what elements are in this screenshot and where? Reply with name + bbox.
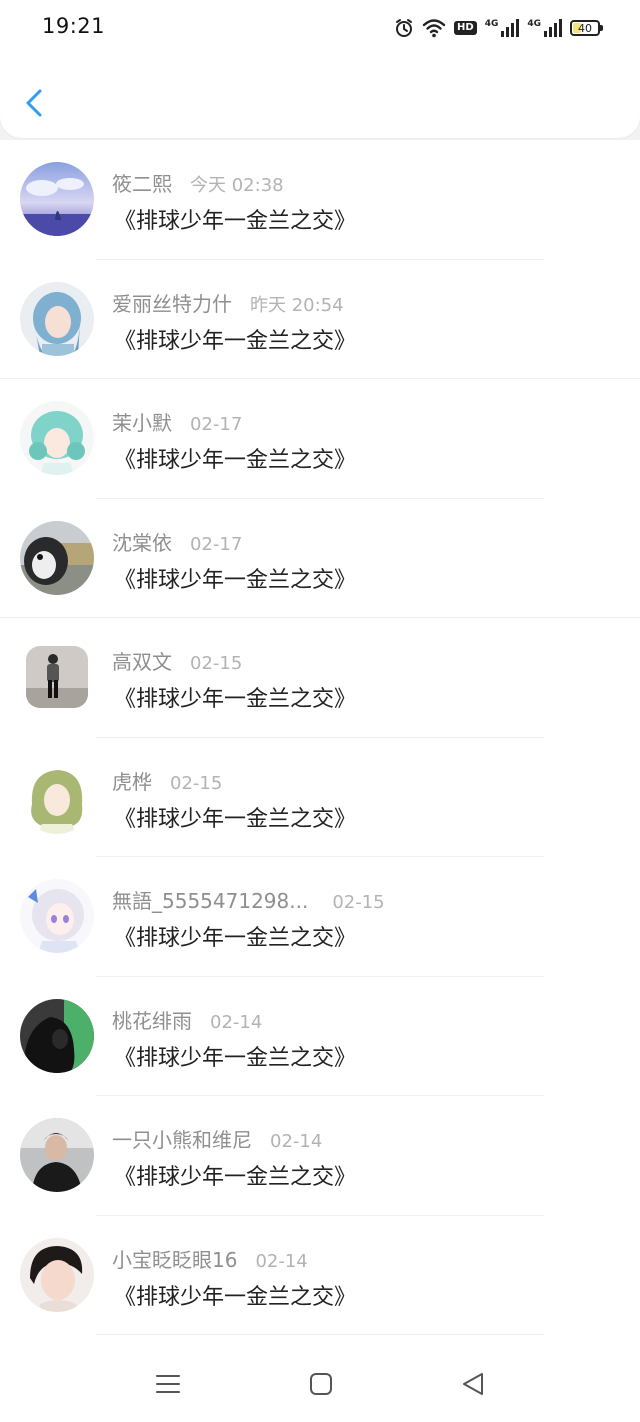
conversation-row[interactable]: 虎桦 02-15 《排球少年一金兰之交》 (0, 738, 640, 857)
menu-button[interactable] (155, 1371, 181, 1401)
signal-icon-1: 4G (485, 19, 520, 37)
message-time: 02-17 (190, 414, 243, 435)
message-time: 02-15 (170, 772, 223, 794)
wifi-icon (422, 19, 446, 38)
avatar[interactable] (26, 646, 88, 708)
message-time: 02-14 (210, 1011, 263, 1033)
header (0, 56, 640, 138)
conversation-row[interactable]: 高双文 02-15 《排球少年一金兰之交》 (0, 618, 640, 738)
message-preview: 《排球少年一金兰之交》 (114, 1045, 357, 1071)
home-square-icon (310, 1373, 332, 1395)
conversation-list: 筱二熙 今天 02:38 《排球少年一金兰之交》 爱丽丝特力什 昨天 20:54 《… (0, 140, 640, 1352)
conversation-row[interactable]: 爱丽丝特力什 昨天 20:54 《排球少年一金兰之交》 (0, 260, 640, 379)
contact-name: 沈棠依 (112, 530, 172, 555)
message-time: 02-17 (190, 533, 243, 555)
message-preview: 《排球少年一金兰之交》 (114, 687, 357, 712)
conversation-row[interactable]: 茉小默 02-17 《排球少年一金兰之交》 (0, 379, 640, 499)
navigation-bar (0, 1352, 640, 1422)
message-preview: 《排球少年一金兰之交》 (114, 328, 357, 354)
system-back-button[interactable] (460, 1371, 486, 1401)
battery-level: 40 (578, 21, 592, 35)
avatar[interactable] (20, 281, 94, 356)
status-time: 19:21 (42, 14, 106, 38)
network-label-2: 4G (527, 19, 541, 29)
home-button[interactable] (308, 1371, 334, 1401)
battery-icon: 40 (570, 20, 603, 36)
divider (96, 1334, 544, 1335)
conversation-row[interactable]: 小宝眨眨眼16 02-14 《排球少年一金兰之交》 (0, 1216, 640, 1335)
avatar[interactable] (20, 998, 94, 1073)
back-button[interactable] (16, 82, 52, 122)
conversation-row[interactable]: 沈棠依 02-17 《排球少年一金兰之交》 (0, 499, 640, 618)
avatar[interactable] (20, 879, 94, 953)
message-time: 02-15 (332, 892, 385, 913)
signal-icon-2: 4G (527, 19, 562, 37)
message-preview: 《排球少年一金兰之交》 (114, 1165, 357, 1190)
message-time: 02-15 (190, 653, 243, 674)
hd-badge: HD (454, 21, 477, 35)
contact-name: 爱丽丝特力什 (112, 291, 232, 316)
avatar[interactable] (20, 1237, 94, 1312)
conversation-row[interactable]: 筱二熙 今天 02:38 《排球少年一金兰之交》 (0, 140, 640, 260)
contact-name: 桃花绯雨 (112, 1008, 192, 1033)
conversation-row[interactable]: 無語_5555471298... 02-15 《排球少年一金兰之交》 (0, 857, 640, 977)
conversation-row[interactable]: 桃花绯雨 02-14 《排球少年一金兰之交》 (0, 977, 640, 1096)
message-preview: 《排球少年一金兰之交》 (114, 1284, 357, 1310)
avatar[interactable] (20, 162, 94, 236)
message-time: 今天 02:38 (190, 175, 284, 196)
contact-name: 高双文 (112, 650, 172, 674)
contact-name: 無語_5555471298... (112, 889, 309, 913)
menu-icon (156, 1375, 180, 1393)
contact-name: 虎桦 (112, 769, 152, 794)
message-time: 02-14 (255, 1250, 308, 1272)
avatar[interactable] (20, 520, 94, 595)
contact-name: 茉小默 (112, 411, 172, 435)
avatar[interactable] (20, 401, 94, 475)
message-preview: 《排球少年一金兰之交》 (114, 806, 357, 832)
message-time: 昨天 20:54 (250, 294, 344, 316)
contact-name: 小宝眨眨眼16 (112, 1247, 238, 1272)
message-preview: 《排球少年一金兰之交》 (114, 448, 357, 473)
avatar[interactable] (20, 759, 94, 834)
message-preview: 《排球少年一金兰之交》 (114, 209, 357, 234)
message-preview: 《排球少年一金兰之交》 (114, 567, 357, 593)
conversation-row[interactable]: 一只小熊和维尼 02-14 《排球少年一金兰之交》 (0, 1096, 640, 1216)
status-bar: 19:21 HD 4G 4G 40 (0, 0, 640, 56)
contact-name: 一只小熊和维尼 (112, 1128, 252, 1152)
contact-name: 筱二熙 (112, 172, 172, 196)
back-triangle-icon (463, 1373, 483, 1395)
message-preview: 《排球少年一金兰之交》 (114, 926, 357, 951)
network-label-1: 4G (484, 19, 499, 29)
alarm-icon (396, 19, 413, 37)
chevron-left-icon (26, 89, 42, 117)
message-time: 02-14 (270, 1131, 323, 1152)
avatar[interactable] (20, 1118, 94, 1192)
status-icons: HD 4G 4G 40 (394, 16, 603, 40)
